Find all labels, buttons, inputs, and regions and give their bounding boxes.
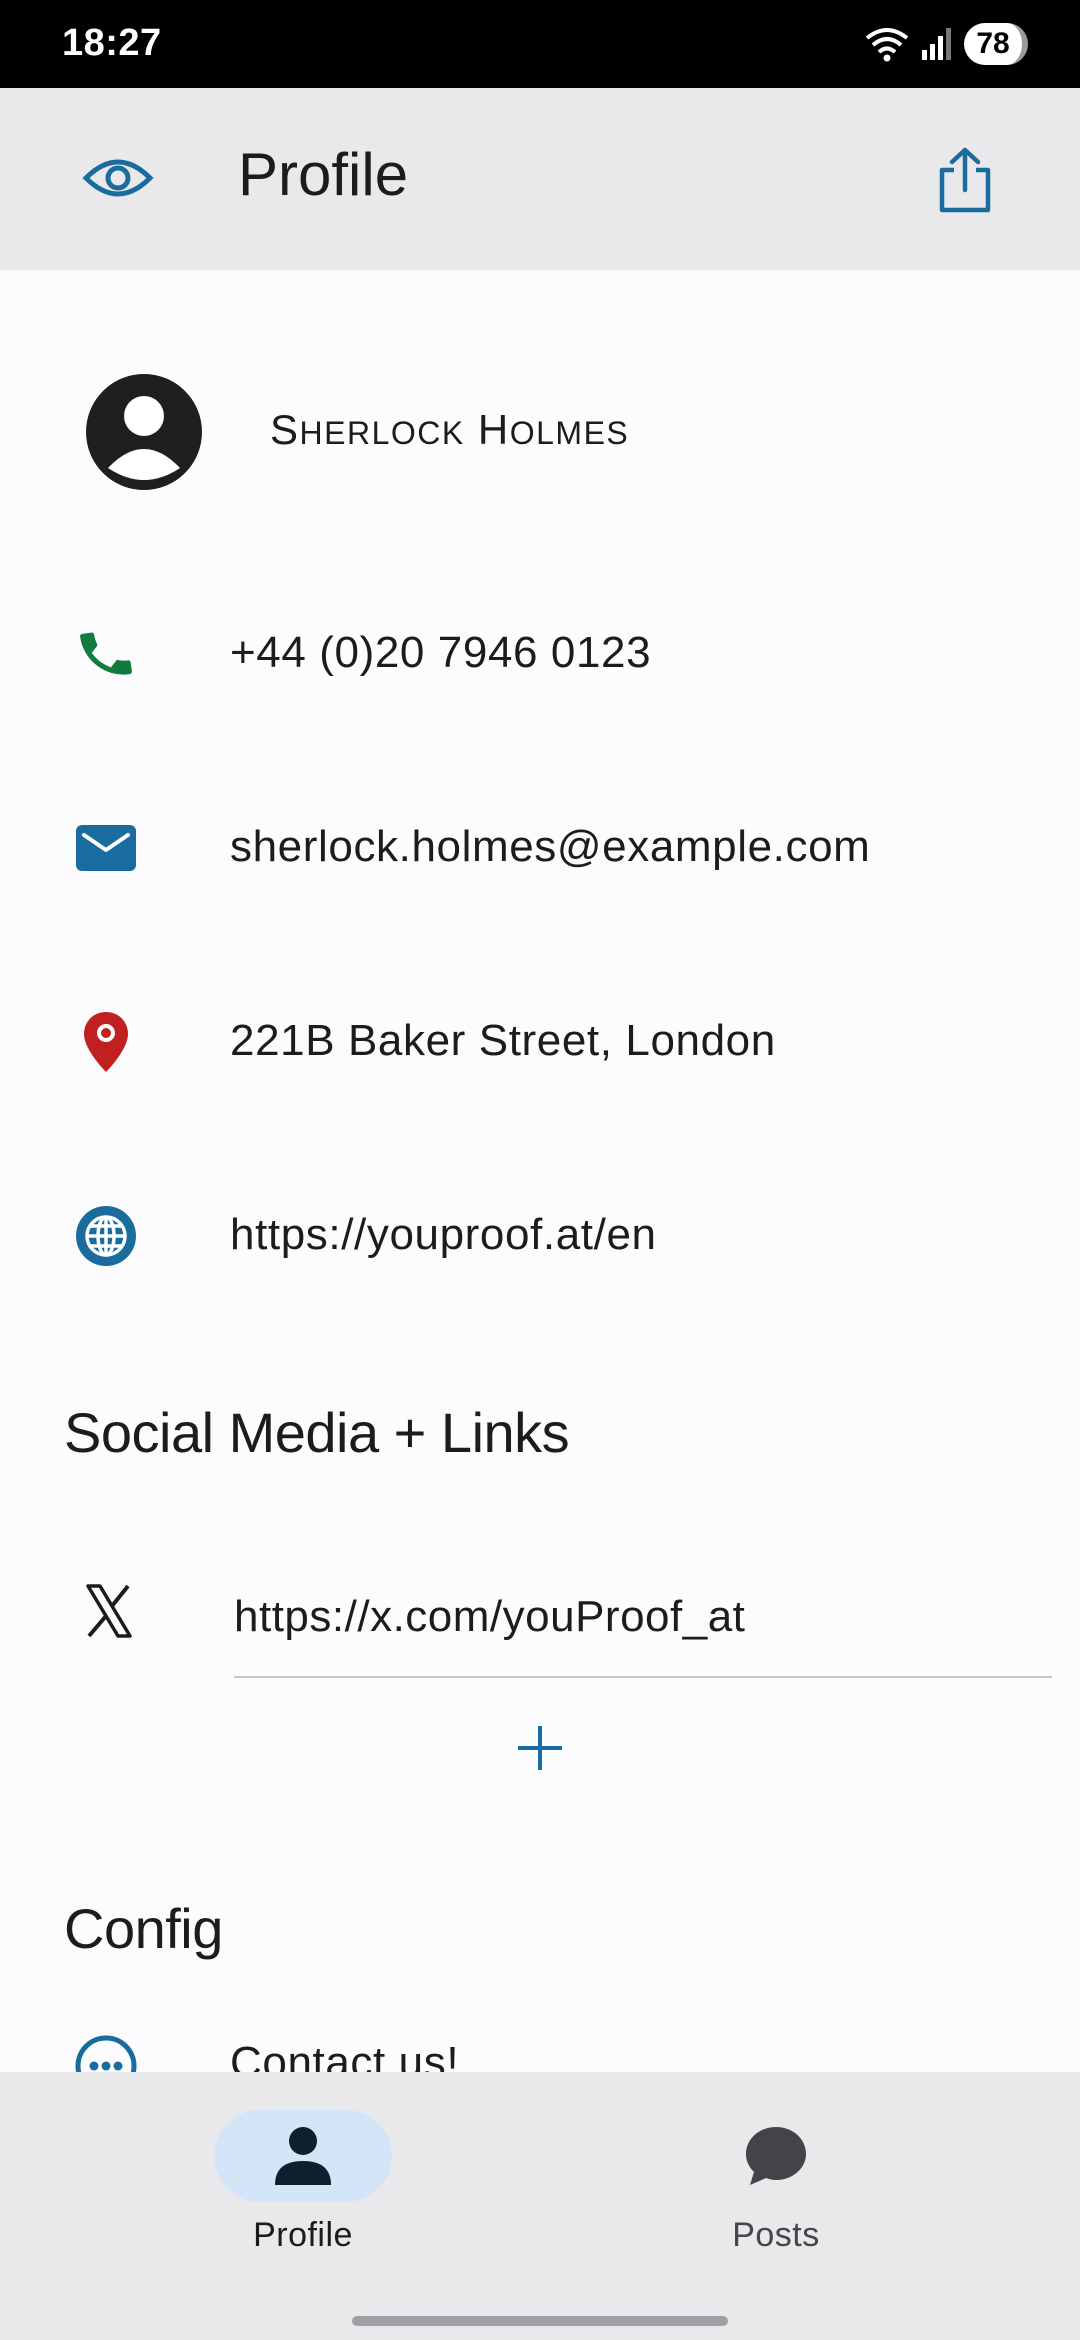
system-icons: 78 [864,20,1028,68]
x-logo-icon [86,1584,132,1638]
profile-content[interactable]: SHERLOCK HOLMES +44 (0)20 7946 0123 sher… [0,270,1080,2072]
phone-row[interactable]: +44 (0)20 7946 0123 [0,604,1080,704]
phone-number: +44 (0)20 7946 0123 [230,628,652,677]
phone-icon [74,622,138,686]
status-bar: 18:27 78 [0,0,1080,88]
battery-indicator: 78 [964,23,1028,65]
chat-dots-icon [75,2035,137,2072]
nav-item-profile[interactable]: Profile [183,2110,423,2255]
chat-bubble-icon [746,2127,806,2185]
wifi-icon [865,28,909,62]
home-gesture-bar[interactable] [352,2316,728,2326]
nav-label-profile: Profile [253,2216,353,2254]
social-link-row[interactable]: https://x.com/youProof_at [0,1540,1080,1690]
profile-name: SHERLOCK HOLMES [270,406,630,453]
nav-icon-container [687,2110,865,2202]
divider [234,1676,1052,1678]
street-address: 221B Baker Street, London [230,1016,776,1065]
address-row[interactable]: 221B Baker Street, London [0,992,1080,1092]
nav-item-posts[interactable]: Posts [656,2110,896,2255]
email-row[interactable]: sherlock.holmes@example.com [0,798,1080,898]
nav-active-indicator [214,2110,392,2202]
social-link-url[interactable]: https://x.com/youProof_at [234,1592,745,1642]
website-row[interactable]: https://youproof.at/en [0,1186,1080,1286]
share-icon[interactable] [936,146,994,214]
app-bar: Profile [0,88,1080,270]
config-section-title: Config [64,1897,223,1960]
website-url: https://youproof.at/en [230,1210,657,1259]
status-time: 18:27 [62,22,162,64]
nav-label-posts: Posts [732,2216,820,2254]
person-icon [275,2127,331,2185]
social-section-title: Social Media + Links [64,1401,570,1464]
bottom-navigation: Profile Posts [0,2072,1080,2298]
contact-us-row[interactable]: Contact us! [0,2020,1080,2072]
plus-icon[interactable] [510,1718,570,1778]
signal-icon [922,28,951,60]
location-pin-icon [74,1010,138,1074]
avatar-icon [86,374,202,490]
page-title: Profile [238,141,409,208]
mail-icon [74,816,138,880]
contact-us-label: Contact us! [230,2038,460,2072]
globe-icon [74,1204,138,1268]
email-address: sherlock.holmes@example.com [230,822,871,871]
eye-icon[interactable] [82,152,154,204]
